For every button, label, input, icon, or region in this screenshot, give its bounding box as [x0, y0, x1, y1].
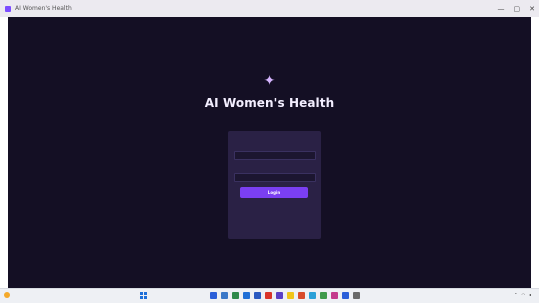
- weather-widget[interactable]: [4, 292, 13, 298]
- password-field[interactable]: [234, 173, 316, 182]
- taskbar-app-icon[interactable]: [320, 292, 327, 299]
- taskbar: ⌃ ◠ ◂: [0, 288, 539, 303]
- maximize-icon[interactable]: ▢: [514, 5, 521, 13]
- taskbar-app-icon[interactable]: [221, 292, 228, 299]
- wifi-icon[interactable]: ◠: [521, 292, 525, 297]
- taskbar-app-icon[interactable]: [210, 292, 217, 299]
- window-titlebar: AI Women's Health — ▢ ✕: [0, 0, 539, 17]
- taskbar-app-icon[interactable]: [342, 292, 349, 299]
- taskbar-app-icon[interactable]: [331, 292, 338, 299]
- taskbar-app-icon[interactable]: [243, 292, 250, 299]
- taskbar-app-icon[interactable]: [309, 292, 316, 299]
- app-icon: [5, 5, 11, 12]
- sparkle-icon: ✦: [263, 73, 276, 89]
- system-tray: ⌃ ◠ ◂: [514, 292, 535, 297]
- taskbar-app-icon[interactable]: [232, 292, 239, 299]
- taskbar-app-icon[interactable]: [276, 292, 283, 299]
- taskbar-app-icon[interactable]: [265, 292, 272, 299]
- taskbar-app-icon[interactable]: [353, 292, 360, 299]
- minimize-icon[interactable]: —: [498, 5, 505, 13]
- page-title: AI Women's Health: [204, 96, 335, 110]
- close-icon[interactable]: ✕: [529, 5, 535, 13]
- login-card: Login: [228, 131, 321, 239]
- email-field[interactable]: [234, 151, 316, 160]
- window-controls: — ▢ ✕: [498, 0, 536, 17]
- sun-icon: [4, 292, 10, 298]
- login-button[interactable]: Login: [240, 187, 308, 198]
- speaker-icon[interactable]: ◂: [529, 292, 531, 297]
- chevron-up-icon[interactable]: ⌃: [514, 292, 517, 297]
- taskbar-app-icon[interactable]: [298, 292, 305, 299]
- window-title: AI Women's Health: [15, 5, 72, 12]
- app-viewport: ✦ AI Women's Health Login: [8, 17, 531, 288]
- windows-start-icon[interactable]: [140, 292, 147, 299]
- taskbar-apps: [210, 292, 360, 299]
- taskbar-app-icon[interactable]: [287, 292, 294, 299]
- taskbar-search[interactable]: [153, 292, 175, 299]
- taskbar-app-icon[interactable]: [254, 292, 261, 299]
